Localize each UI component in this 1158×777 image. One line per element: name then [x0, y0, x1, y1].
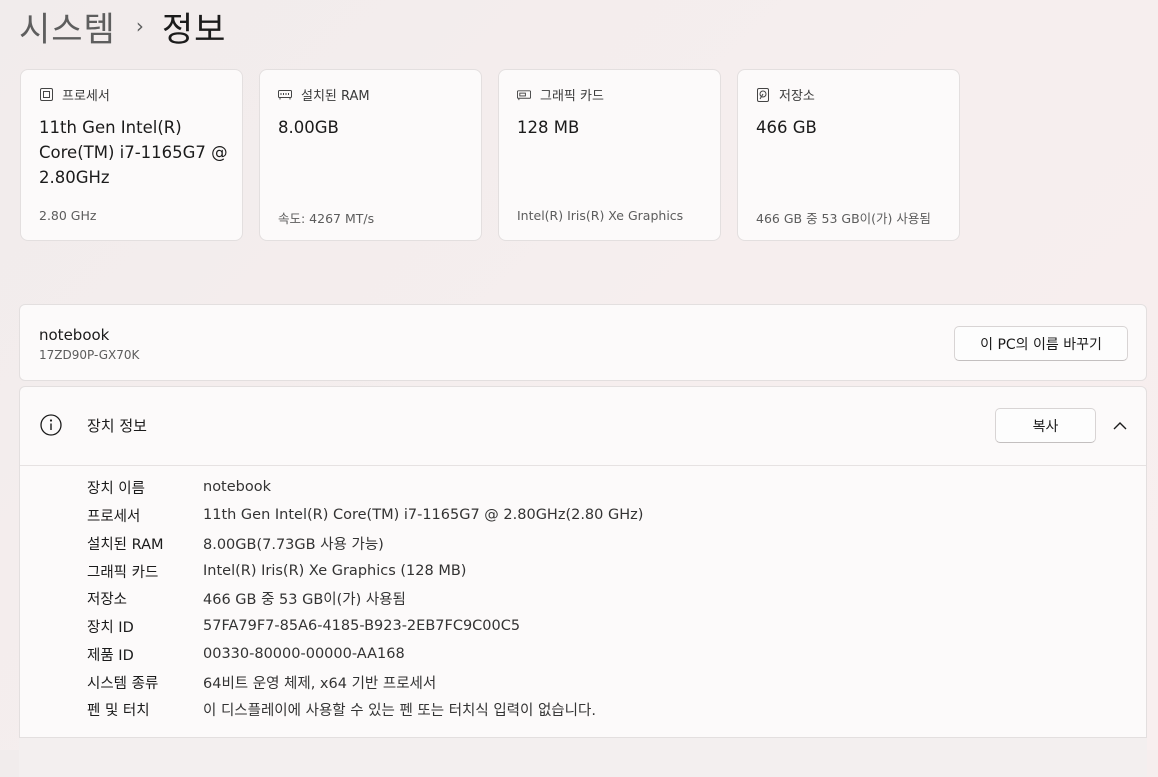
card-value: 128 MB	[517, 118, 580, 137]
spec-value: 466 GB 중 53 GB이(가) 사용됨	[203, 591, 406, 608]
card-label: 그래픽 카드	[540, 89, 604, 104]
card-graphics: 그래픽 카드 128 MB Intel(R) Iris(R) Xe Graphi…	[498, 69, 721, 241]
spec-key: 그래픽 카드	[87, 564, 159, 581]
spec-value: notebook	[203, 479, 272, 495]
card-label: 설치된 RAM	[301, 89, 370, 104]
breadcrumb-separator: ›	[135, 14, 144, 38]
spec-key: 시스템 종류	[87, 675, 159, 692]
copy-button[interactable]: 복사	[995, 408, 1096, 443]
spec-row-processor: 프로세서 11th Gen Intel(R) Core(TM) i7-1165G…	[87, 503, 643, 527]
card-subtext: 속도: 4267 MT/s	[278, 211, 375, 226]
card-value: 8.00GB	[278, 118, 339, 137]
device-info-panel: 장치 정보 복사 장치 이름 notebook 프로세서 11th Gen In…	[19, 386, 1147, 766]
pc-name-panel: notebook 17ZD90P-GX70K 이 PC의 이름 바꾸기	[19, 304, 1147, 381]
rename-pc-button[interactable]: 이 PC의 이름 바꾸기	[954, 326, 1128, 361]
card-subtext: Intel(R) Iris(R) Xe Graphics	[517, 208, 684, 223]
processor-icon	[39, 88, 53, 102]
card-label: 저장소	[779, 89, 815, 104]
spec-row-ram: 설치된 RAM 8.00GB(7.73GB 사용 가능)	[87, 531, 384, 555]
spec-row-storage: 저장소 466 GB 중 53 GB이(가) 사용됨	[87, 586, 406, 610]
spec-row-graphics: 그래픽 카드 Intel(R) Iris(R) Xe Graphics (128…	[87, 559, 466, 583]
card-value: 466 GB	[756, 118, 817, 137]
chevron-up-icon[interactable]	[1112, 418, 1128, 434]
spec-key: 장치 이름	[87, 480, 145, 497]
spec-row-device-name: 장치 이름 notebook	[87, 475, 271, 499]
spec-value: 11th Gen Intel(R) Core(TM) i7-1165G7 @ 2…	[203, 507, 644, 523]
pc-name: notebook	[39, 326, 110, 344]
device-info-header[interactable]: 장치 정보 복사	[20, 387, 1146, 466]
card-subtext: 466 GB 중 53 GB이(가) 사용됨	[756, 211, 931, 226]
card-subtext: 2.80 GHz	[39, 208, 97, 223]
spec-value: Intel(R) Iris(R) Xe Graphics (128 MB)	[203, 563, 467, 579]
spec-key: 펜 및 터치	[87, 702, 150, 719]
graphics-card-icon	[517, 88, 531, 102]
spec-key: 설치된 RAM	[87, 536, 164, 553]
spec-row-device-id: 장치 ID 57FA79F7-85A6-4185-B923-2EB7FC9C00…	[87, 614, 520, 638]
card-storage: 저장소 466 GB 466 GB 중 53 GB이(가) 사용됨	[737, 69, 960, 241]
spec-row-system-type: 시스템 종류 64비트 운영 체제, x64 기반 프로세서	[87, 670, 436, 694]
breadcrumb-system[interactable]: 시스템	[19, 2, 116, 51]
info-icon	[40, 414, 62, 436]
spec-value: 64비트 운영 체제, x64 기반 프로세서	[203, 675, 437, 692]
pc-model: 17ZD90P-GX70K	[39, 348, 140, 362]
spec-row-product-id: 제품 ID 00330-80000-00000-AA168	[87, 642, 405, 666]
page-title: 정보	[161, 9, 227, 50]
card-label: 프로세서	[62, 89, 110, 104]
spec-row-pen-touch: 펜 및 터치 이 디스플레이에 사용할 수 있는 펜 또는 터치식 입력이 없습…	[87, 697, 596, 721]
ram-icon	[278, 88, 292, 102]
spec-value: 57FA79F7-85A6-4185-B923-2EB7FC9C00C5	[203, 618, 521, 634]
spec-key: 프로세서	[87, 508, 141, 525]
storage-icon	[756, 87, 770, 102]
breadcrumb: 시스템 › 정보	[19, 2, 227, 51]
card-ram: 설치된 RAM 8.00GB 속도: 4267 MT/s	[259, 69, 482, 241]
spec-key: 장치 ID	[87, 619, 134, 636]
next-panel	[19, 737, 1147, 777]
spec-value: 이 디스플레이에 사용할 수 있는 펜 또는 터치식 입력이 없습니다.	[203, 702, 596, 719]
spec-value: 00330-80000-00000-AA168	[203, 646, 405, 662]
device-info-title: 장치 정보	[87, 417, 147, 435]
spec-key: 저장소	[87, 591, 128, 608]
card-value: 11th Gen Intel(R) Core(TM) i7-1165G7 @ 2…	[39, 118, 228, 187]
spec-value: 8.00GB(7.73GB 사용 가능)	[203, 536, 384, 553]
spec-key: 제품 ID	[87, 647, 134, 664]
card-processor: 프로세서 11th Gen Intel(R) Core(TM) i7-1165G…	[20, 69, 243, 241]
